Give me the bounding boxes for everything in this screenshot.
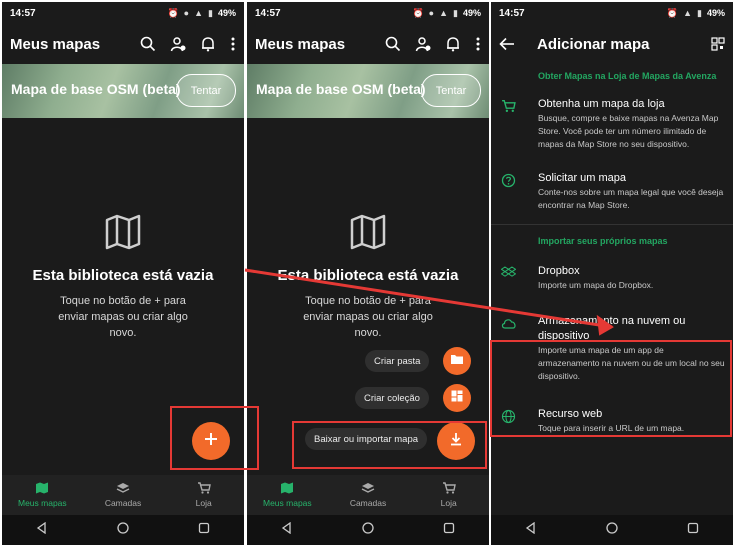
screenshot-stage: 14:57 ⏰ ● ▲ ▮ 49% Meus mapas Mapa de bas… <box>0 0 736 549</box>
annotation-arrow <box>244 268 614 336</box>
